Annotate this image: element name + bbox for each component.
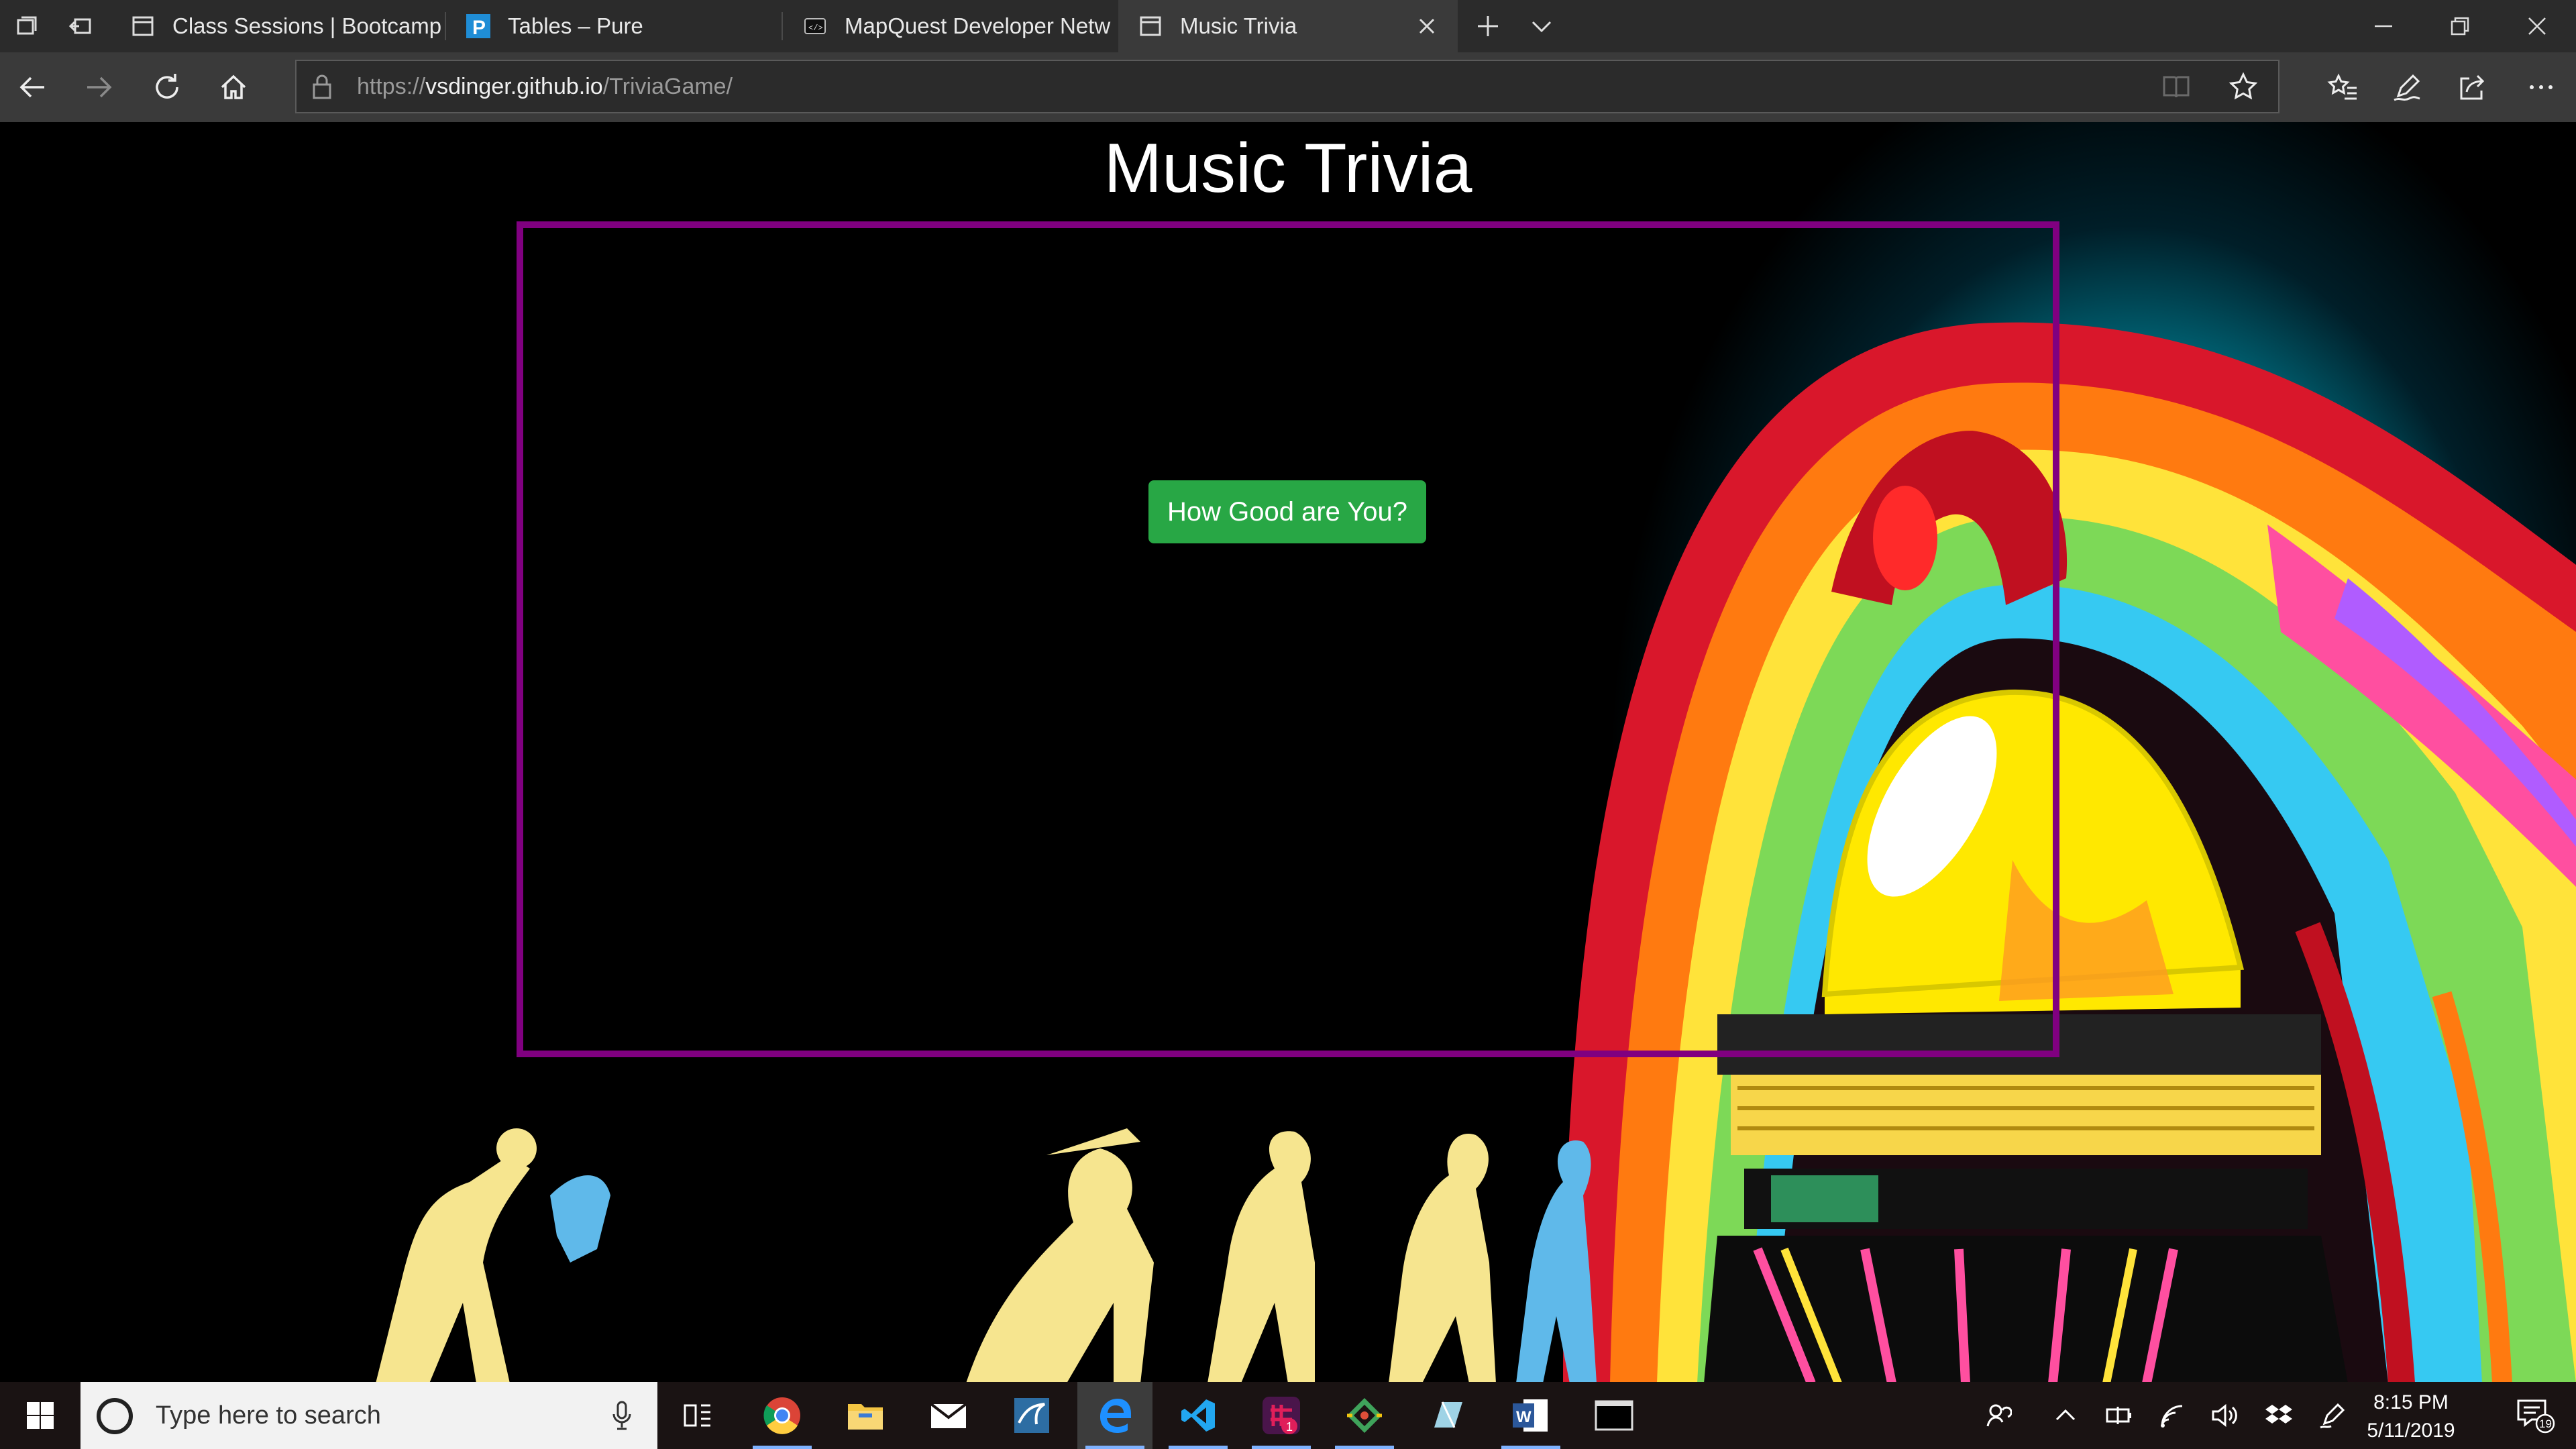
more-menu-icon[interactable] xyxy=(2509,52,2573,122)
svg-text:P: P xyxy=(472,17,486,39)
slack-icon[interactable]: 1 xyxy=(1244,1382,1319,1449)
word-icon[interactable]: W xyxy=(1493,1382,1568,1449)
back-icon[interactable] xyxy=(0,52,64,122)
mapquest-icon: </> xyxy=(802,13,828,40)
mail-icon[interactable] xyxy=(911,1382,986,1449)
microphone-icon[interactable] xyxy=(610,1401,633,1434)
cortana-circle-icon xyxy=(95,1397,134,1439)
task-view-icon[interactable] xyxy=(660,1382,735,1449)
search-placeholder: Type here to search xyxy=(156,1401,381,1430)
windows-taskbar: Type here to search 1 W 8:15 PM 5/11/201… xyxy=(0,1382,2576,1449)
svg-text:W: W xyxy=(1516,1408,1532,1426)
notification-count: 19 xyxy=(2539,1417,2552,1430)
start-quiz-button[interactable]: How Good are You? xyxy=(1148,480,1426,543)
windows-start-icon[interactable] xyxy=(3,1382,78,1449)
trivia-game-container xyxy=(517,221,2059,1057)
file-explorer-icon[interactable] xyxy=(828,1382,903,1449)
url-text: https://vsdinger.github.io/TriviaGame/ xyxy=(357,74,733,99)
tab-music-trivia[interactable]: Music Trivia xyxy=(1118,0,1458,52)
close-tab-icon[interactable] xyxy=(1413,13,1440,40)
favorite-star-icon[interactable] xyxy=(2229,72,2258,105)
slack-badge-count: 1 xyxy=(1286,1420,1293,1434)
tab-title: Tables – Pure xyxy=(508,13,643,38)
paint-3d-icon[interactable] xyxy=(1410,1382,1485,1449)
system-clock[interactable]: 8:15 PM 5/11/2019 xyxy=(2364,1389,2458,1445)
wifi-icon[interactable] xyxy=(2149,1382,2196,1449)
tab-tables-pure[interactable]: P Tables – Pure xyxy=(446,0,782,52)
running-indicator xyxy=(1335,1446,1394,1449)
tab-title: MapQuest Developer Netw xyxy=(845,13,1111,38)
address-bar[interactable]: https://vsdinger.github.io/TriviaGame/ xyxy=(295,60,2279,113)
svg-text:</>: </> xyxy=(808,23,823,33)
running-indicator xyxy=(1169,1446,1228,1449)
mysql-workbench-icon[interactable] xyxy=(994,1382,1069,1449)
tab-title: Class Sessions | Bootcamp S xyxy=(172,13,445,38)
lock-icon xyxy=(310,73,334,103)
new-tab-icon[interactable] xyxy=(1461,0,1515,52)
terminal-icon[interactable] xyxy=(1576,1382,1652,1449)
favorites-hub-icon[interactable] xyxy=(2310,52,2375,122)
page-title: Music Trivia xyxy=(1104,129,1472,207)
battery-icon[interactable] xyxy=(2096,1382,2143,1449)
vscode-icon[interactable] xyxy=(1161,1382,1236,1449)
page-icon xyxy=(1137,13,1164,40)
tab-mapquest[interactable]: </> MapQuest Developer Netw xyxy=(783,0,1117,52)
tab-manager-icon[interactable] xyxy=(0,0,54,52)
page-icon xyxy=(129,13,156,40)
navigation-bar: https://vsdinger.github.io/TriviaGame/ xyxy=(0,52,2576,122)
minimize-icon[interactable] xyxy=(2345,0,2422,52)
restore-icon[interactable] xyxy=(2422,0,2498,52)
clock-time: 8:15 PM xyxy=(2373,1391,2449,1413)
refresh-icon[interactable] xyxy=(134,52,199,122)
tab-title: Music Trivia xyxy=(1180,13,1297,38)
running-indicator xyxy=(1252,1446,1311,1449)
close-window-icon[interactable] xyxy=(2498,0,2576,52)
running-indicator xyxy=(753,1446,812,1449)
running-indicator xyxy=(1085,1446,1144,1449)
pure-p-icon: P xyxy=(465,13,492,40)
dropbox-icon[interactable] xyxy=(2255,1382,2302,1449)
pen-workspace-icon[interactable] xyxy=(2309,1382,2356,1449)
tab-preview-chevron-icon[interactable] xyxy=(1515,0,1568,52)
people-icon[interactable] xyxy=(1975,1382,2022,1449)
show-hidden-icons-chevron-icon[interactable] xyxy=(2042,1382,2089,1449)
gitkraken-icon[interactable] xyxy=(1327,1382,1402,1449)
clock-date: 5/11/2019 xyxy=(2367,1419,2455,1442)
action-center-icon[interactable]: 19 xyxy=(2502,1382,2569,1449)
home-icon[interactable] xyxy=(201,52,266,122)
edge-icon[interactable] xyxy=(1077,1382,1152,1449)
title-bar: Class Sessions | Bootcamp S P Tables – P… xyxy=(0,0,2576,52)
taskbar-search-box[interactable]: Type here to search xyxy=(80,1382,657,1449)
chrome-icon[interactable] xyxy=(745,1382,820,1449)
forward-icon[interactable] xyxy=(67,52,131,122)
volume-icon[interactable] xyxy=(2202,1382,2249,1449)
set-tabs-aside-icon[interactable] xyxy=(54,0,107,52)
web-notes-pen-icon[interactable] xyxy=(2375,52,2439,122)
share-icon[interactable] xyxy=(2440,52,2505,122)
page-viewport: Music Trivia How Good are You? xyxy=(0,122,2576,1382)
tab-class-sessions[interactable]: Class Sessions | Bootcamp S xyxy=(111,0,445,52)
running-indicator xyxy=(1501,1446,1560,1449)
reading-view-icon[interactable] xyxy=(2161,72,2191,105)
